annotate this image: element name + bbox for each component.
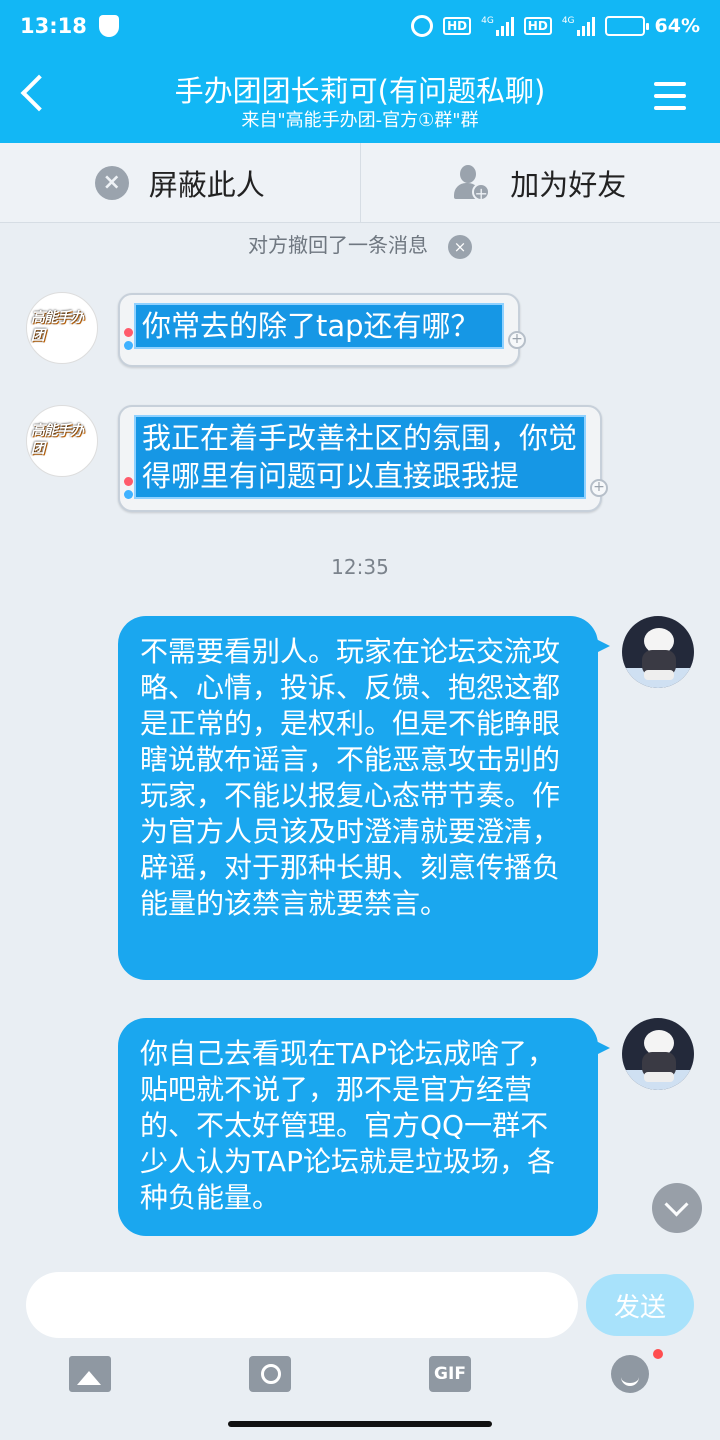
input-bar: 发送 GIF	[0, 1268, 720, 1440]
send-button[interactable]: 发送	[586, 1274, 694, 1336]
plus-icon: +	[508, 331, 526, 349]
chat-subtitle: 来自"高能手办团-官方①群"群	[241, 110, 479, 131]
time-separator: 12:35	[331, 555, 389, 579]
message-bubble-out[interactable]: 不需要看别人。玩家在论坛交流攻略、心情，投诉、反馈、抱怨这都是正常的，是权利。但…	[118, 616, 610, 980]
message-bubble-in[interactable]: 你常去的除了tap还有哪？ +	[118, 293, 526, 367]
status-bar: 13:18 HD 4G HD 4G 64%	[0, 0, 720, 52]
network-label-1: 4G	[481, 16, 494, 26]
image-icon[interactable]	[69, 1356, 111, 1392]
message-text: 你自己去看现在TAP论坛成啥了，贴吧就不说了，那不是官方经营的、不太好管理。官方…	[140, 1037, 555, 1214]
status-icons: HD 4G HD 4G 64%	[411, 15, 700, 37]
block-user-label: 屏蔽此人	[148, 167, 265, 202]
menu-icon[interactable]	[654, 82, 686, 110]
recall-notice: 对方撤回了一条消息 ×	[0, 229, 720, 259]
status-time: 13:18	[20, 14, 87, 38]
scroll-down-button[interactable]	[652, 1183, 702, 1233]
emoji-icon[interactable]	[611, 1355, 649, 1393]
hd-badge-1: HD	[443, 17, 472, 35]
message-text: 不需要看别人。玩家在论坛交流攻略、心情，投诉、反馈、抱怨这都是正常的，是权利。但…	[140, 635, 561, 920]
message-bubble-in[interactable]: 我正在着手改善社区的氛围，你觉得哪里有问题可以直接跟我提 +	[118, 405, 608, 512]
message-bubble-out[interactable]: 你自己去看现在TAP论坛成啥了，贴吧就不说了，那不是官方经营的、不太好管理。官方…	[118, 1018, 610, 1236]
chat-title: 手办团团长莉可(有问题私聊)	[174, 74, 546, 108]
block-user-button[interactable]: × 屏蔽此人	[0, 143, 361, 222]
signal-icon-2: 4G	[562, 16, 595, 36]
avatar-self[interactable]	[622, 1018, 694, 1090]
gif-icon[interactable]: GIF	[429, 1356, 471, 1392]
network-label-2: 4G	[561, 16, 575, 26]
group-avatar-text: 高能手办团	[31, 423, 84, 457]
camera-icon[interactable]	[249, 1356, 291, 1392]
stranger-action-bar: × 屏蔽此人 + 加为好友	[0, 143, 720, 223]
message-input[interactable]	[26, 1272, 578, 1338]
avatar-sender[interactable]: 高能手办团	[26, 405, 98, 477]
hd-badge-2: HD	[523, 17, 552, 35]
alarm-icon	[411, 15, 434, 37]
back-arrow-icon[interactable]	[20, 74, 58, 112]
title-bar: 手办团团长莉可(有问题私聊) 来自"高能手办团-官方①群"群	[0, 52, 720, 143]
recall-notice-text: 对方撤回了一条消息	[248, 233, 428, 257]
battery-percent: 64%	[654, 15, 700, 37]
shield-icon	[98, 15, 119, 37]
close-icon[interactable]: ×	[448, 234, 472, 259]
add-friend-label: 加为好友	[510, 167, 627, 202]
message-text: 你常去的除了tap还有哪？	[134, 303, 504, 349]
chat-message-list[interactable]: 对方撤回了一条消息 × 高能手办团 你常去的除了tap还有哪？ + 高能手办团 我…	[0, 223, 720, 1268]
notification-dot	[653, 1349, 663, 1359]
block-icon: ×	[94, 165, 129, 200]
add-friend-icon: +	[454, 164, 491, 202]
add-friend-button[interactable]: + 加为好友	[361, 143, 720, 222]
message-text: 我正在着手改善社区的氛围，你觉得哪里有问题可以直接跟我提	[134, 415, 586, 499]
avatar-sender[interactable]: 高能手办团	[26, 292, 98, 364]
plus-icon: +	[590, 479, 608, 497]
home-indicator[interactable]	[228, 1421, 492, 1427]
signal-icon-1: 4G	[481, 16, 514, 36]
battery-icon	[604, 16, 649, 36]
group-avatar-text: 高能手办团	[31, 310, 84, 344]
avatar-self[interactable]	[622, 616, 694, 688]
